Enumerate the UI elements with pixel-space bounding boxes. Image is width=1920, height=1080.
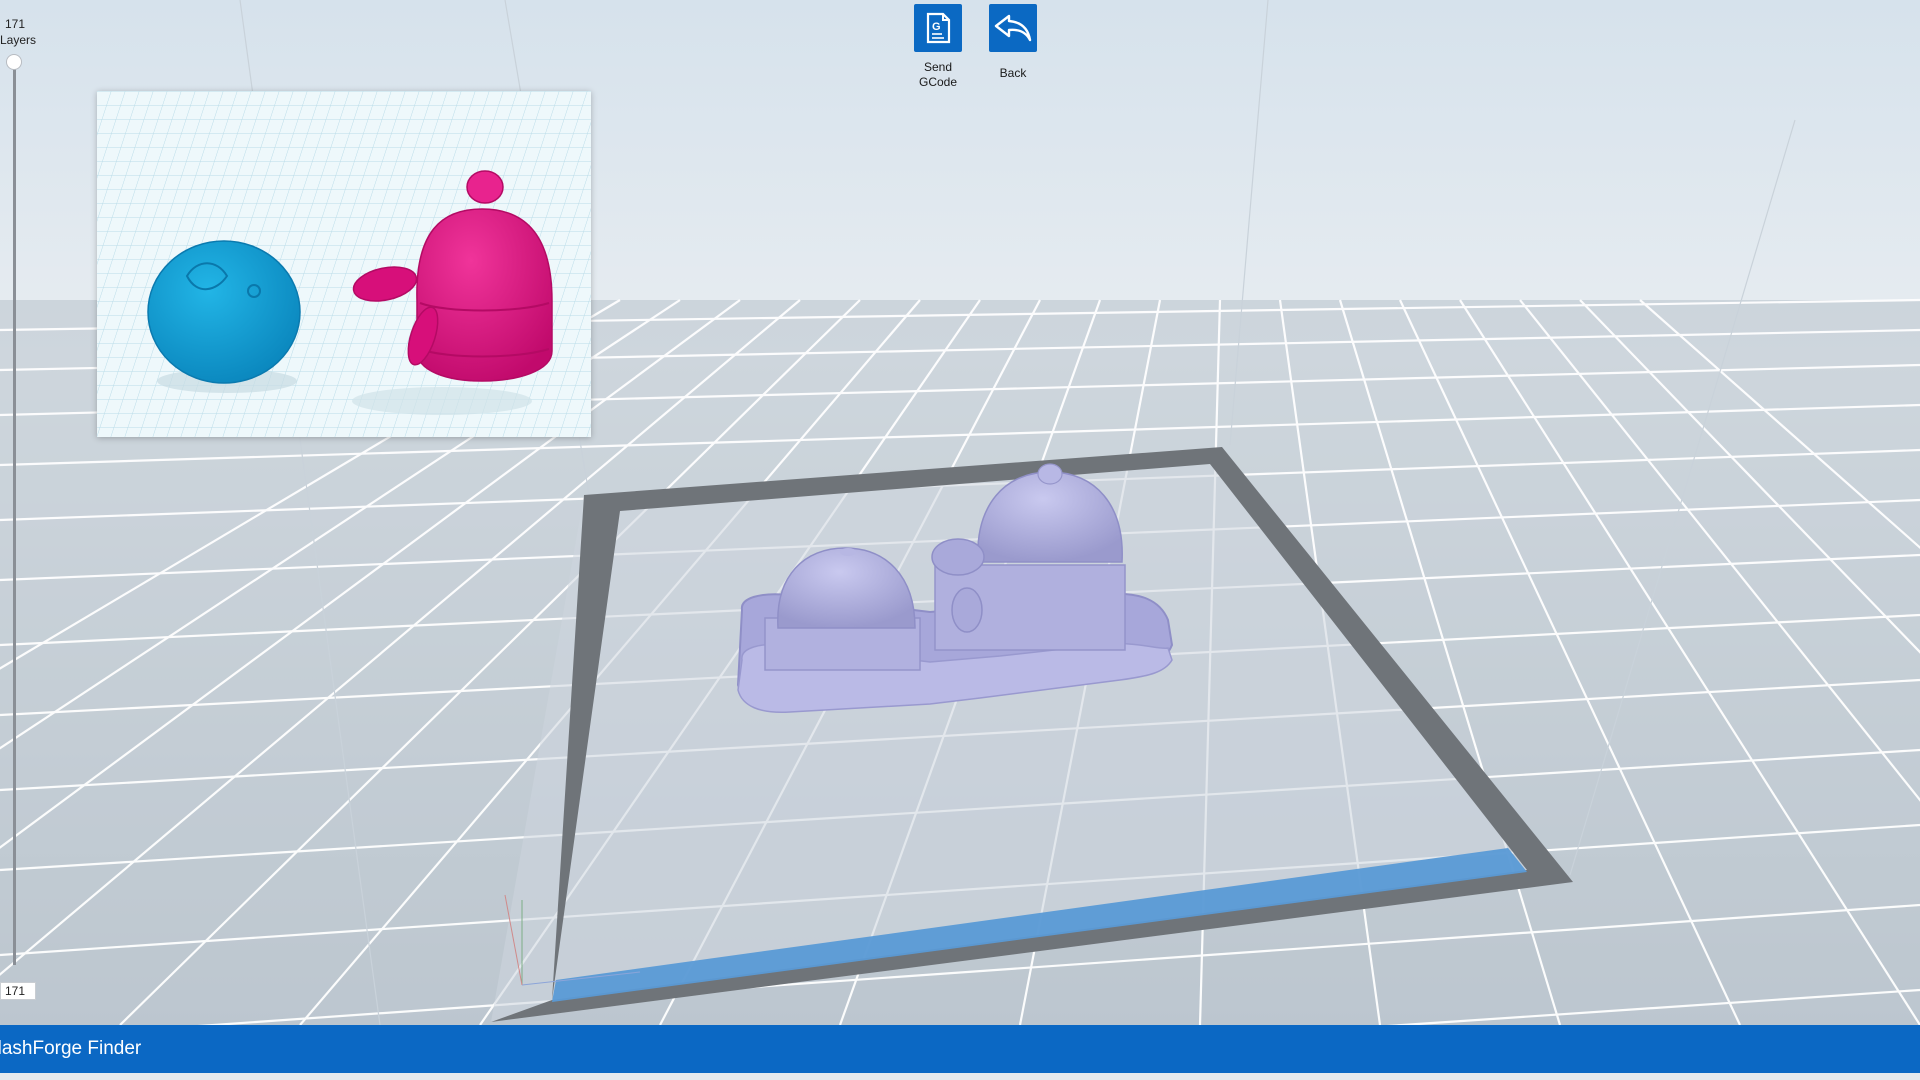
layer-slider-handle[interactable] xyxy=(6,54,22,70)
layer-count-label: 171 Layers xyxy=(0,16,37,48)
bottom-strip xyxy=(0,1073,1920,1080)
3d-viewport[interactable]: 171 Layers 171 G Send GCode Back xyxy=(0,0,1920,1025)
reference-model-image xyxy=(97,91,591,437)
send-gcode-button[interactable]: G Send GCode xyxy=(908,4,968,90)
gcode-icon-letter: G xyxy=(932,21,941,33)
back-button[interactable]: Back xyxy=(983,4,1043,81)
send-gcode-label: Send GCode xyxy=(918,60,958,89)
back-label: Back xyxy=(999,66,1027,80)
layers-text: Layers xyxy=(0,33,37,47)
layer-count: 171 xyxy=(4,17,26,31)
layer-slider-track[interactable] xyxy=(13,60,16,965)
layer-value-input[interactable]: 171 xyxy=(0,982,36,1000)
reply-arrow-icon xyxy=(989,4,1037,52)
reference-image-panel xyxy=(97,91,591,437)
gcode-file-icon: G xyxy=(914,4,962,52)
app-title: FlashForge Finder xyxy=(0,1038,142,1059)
status-bar: FlashForge Finder xyxy=(0,1025,1920,1073)
